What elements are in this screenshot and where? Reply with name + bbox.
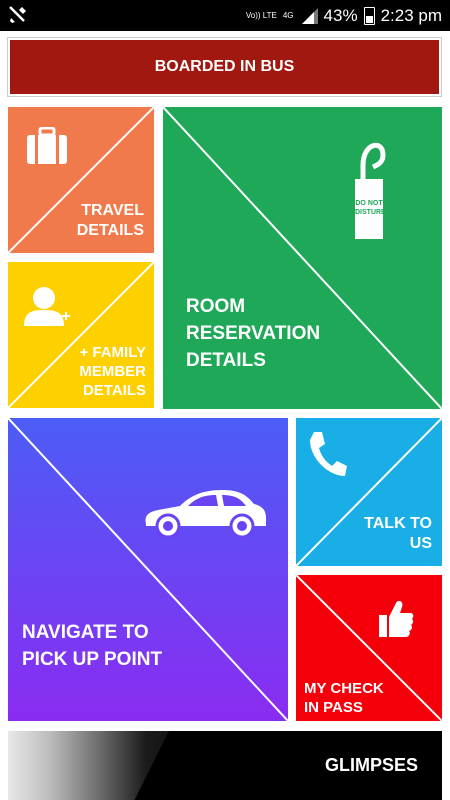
status-bar: Vo)) LTE 4G 43% 2:23 pm (0, 0, 450, 31)
room-label-line2: RESERVATION (186, 323, 321, 344)
room-label-line1: ROOM (186, 296, 246, 317)
hanger-text-line2: DISTURB (355, 209, 387, 216)
do-not-disturb-hanger-icon: DO NOT DISTURB (349, 135, 389, 239)
checkin-label-line2: IN PASS (304, 699, 363, 716)
navigate-to-pickup-tile[interactable]: NAVIGATE TO PICK UP POINT (8, 418, 288, 721)
battery-percent: 43% (323, 5, 358, 25)
network-type-indicator: 4G (282, 11, 294, 20)
travel-label-line2: DETAILS (76, 222, 144, 239)
talk-label-line2: US (409, 535, 432, 552)
talk-to-us-tile[interactable]: TALK TO US (296, 418, 442, 566)
car-icon (145, 490, 266, 539)
hanger-text-line1: DO NOT (355, 200, 383, 207)
family-label-line1: + FAMILY (79, 344, 146, 361)
phone-icon (310, 432, 347, 476)
family-member-details-tile[interactable]: + FAMILY MEMBER DETAILS (8, 262, 154, 408)
family-label-line2: MEMBER (79, 362, 146, 380)
add-person-icon (24, 287, 70, 326)
diagonal-divider (8, 418, 288, 721)
travel-details-tile[interactable]: TRAVEL DETAILS (8, 107, 154, 253)
photographer-image (8, 731, 169, 800)
battery-icon (363, 6, 375, 25)
thumbs-up-icon (379, 600, 414, 637)
boarded-in-bus-label: BOARDED IN BUS (154, 58, 295, 75)
signal-strength-icon (301, 7, 318, 24)
room-reservation-details-tile[interactable]: DO NOT DISTURB ROOM RESERVATION DETAILS (163, 107, 442, 409)
family-label-line3: DETAILS (82, 381, 146, 399)
checkin-label-line1: MY CHECK (304, 680, 384, 697)
boarded-in-bus-button[interactable]: BOARDED IN BUS (7, 37, 442, 97)
my-check-in-pass-tile[interactable]: MY CHECK IN PASS (296, 575, 442, 721)
suitcase-icon (27, 127, 67, 164)
navigate-label-line1: NAVIGATE TO (22, 622, 149, 643)
navigate-label-line2: PICK UP POINT (22, 649, 163, 670)
talk-label-line1: TALK TO (364, 515, 432, 532)
volte-indicator: Vo)) LTE (245, 11, 277, 20)
room-label-line3: DETAILS (186, 350, 266, 371)
glimpses-label: GLIMPSES (324, 755, 418, 775)
glimpses-banner[interactable]: GLIMPSES (8, 731, 442, 800)
clock: 2:23 pm (380, 5, 442, 25)
tools-icon (9, 6, 26, 23)
travel-label-line1: TRAVEL (81, 202, 144, 219)
